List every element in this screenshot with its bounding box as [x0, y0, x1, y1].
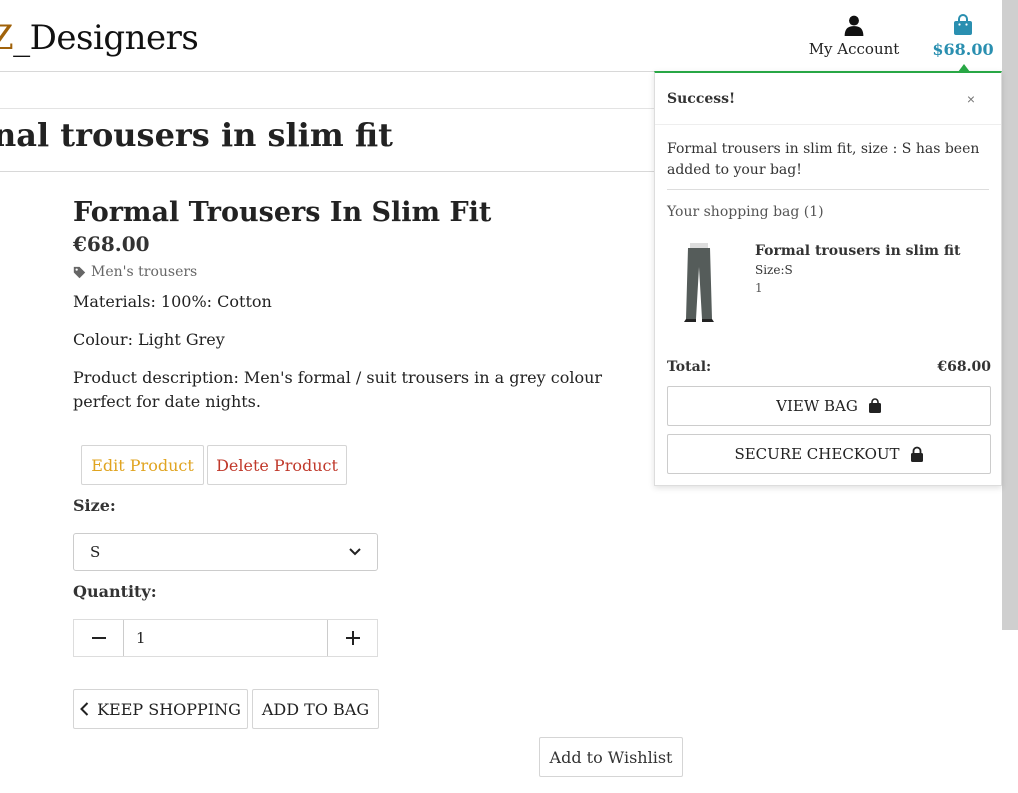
product-title: Formal Trousers In Slim Fit — [73, 197, 492, 228]
user-icon — [844, 15, 864, 36]
lock-icon — [910, 446, 923, 462]
header-divider — [0, 71, 655, 72]
toast-header: Success! × — [655, 73, 1001, 125]
product-price: €68.00 — [73, 232, 150, 256]
toast-item-qty: 1 — [755, 281, 763, 295]
toast-bag-count: Your shopping bag (1) — [667, 204, 824, 220]
toast-total: Total: €68.00 — [667, 359, 991, 375]
edit-product-button[interactable]: Edit Product — [81, 445, 204, 485]
decrement-button[interactable] — [74, 620, 123, 656]
heading-divider — [0, 171, 655, 172]
minus-icon — [91, 637, 106, 639]
tag-icon — [73, 266, 86, 278]
bag-total: $68.00 — [932, 40, 994, 59]
trousers-thumbnail — [684, 243, 714, 322]
page-scrollbar[interactable] — [1002, 0, 1018, 630]
bag-link[interactable]: $68.00 — [930, 14, 996, 59]
add-to-bag-button[interactable]: ADD TO BAG — [252, 689, 379, 729]
close-icon[interactable]: × — [967, 91, 975, 107]
toast-total-value: €68.00 — [937, 359, 991, 375]
success-toast: Success! × Formal trousers in slim fit, … — [654, 64, 1002, 486]
product-colour: Colour: Light Grey — [73, 330, 225, 349]
brand-name: _Designers — [13, 18, 199, 58]
size-selected-value: S — [90, 543, 101, 561]
toast-arrow — [958, 64, 970, 72]
quantity-stepper: 1 — [73, 619, 378, 657]
toast-title: Success! — [667, 90, 736, 107]
view-bag-button[interactable]: VIEW BAG — [667, 386, 991, 426]
product-materials: Materials: 100%: Cotton — [73, 292, 272, 311]
shopping-bag-icon — [954, 14, 972, 35]
brand-prefix: Z — [0, 18, 14, 58]
size-select[interactable]: S — [73, 533, 378, 571]
toast-item-name: Formal trousers in slim fit — [755, 243, 961, 259]
toast-message: Formal trousers in slim fit, size : S ha… — [667, 139, 989, 190]
product-category-link[interactable]: Men's trousers — [73, 264, 673, 280]
product-category: Men's trousers — [91, 264, 198, 280]
my-account-label: My Account — [808, 40, 900, 58]
my-account-link[interactable]: My Account — [808, 14, 900, 58]
size-label: Size: — [73, 496, 116, 515]
toast-bag-item: Formal trousers in slim fit Size:S 1 — [667, 243, 987, 328]
view-bag-label: VIEW BAG — [776, 397, 858, 415]
chevron-down-icon — [349, 548, 361, 556]
shopping-bag-icon — [868, 398, 881, 413]
page-heading: nal trousers in slim fit — [0, 116, 393, 154]
quantity-label: Quantity: — [73, 582, 157, 601]
plus-icon — [345, 631, 360, 645]
product-description: Product description: Men's formal / suit… — [73, 368, 603, 411]
brand-logo[interactable]: Z_Designers — [0, 18, 199, 58]
product-details: Formal Trousers In Slim Fit €68.00 Men's… — [73, 196, 673, 414]
toast-item-size: Size:S — [755, 263, 793, 277]
increment-button[interactable] — [328, 620, 377, 656]
keep-shopping-label: KEEP SHOPPING — [97, 699, 241, 719]
chevron-left-icon — [80, 702, 89, 716]
secure-checkout-label: SECURE CHECKOUT — [734, 445, 900, 463]
nav-divider — [0, 108, 655, 109]
add-to-wishlist-button[interactable]: Add to Wishlist — [539, 737, 683, 777]
secure-checkout-button[interactable]: SECURE CHECKOUT — [667, 434, 991, 474]
delete-product-button[interactable]: Delete Product — [207, 445, 347, 485]
toast-total-label: Total: — [667, 359, 712, 375]
quantity-input[interactable]: 1 — [123, 620, 328, 656]
keep-shopping-button[interactable]: KEEP SHOPPING — [73, 689, 248, 729]
